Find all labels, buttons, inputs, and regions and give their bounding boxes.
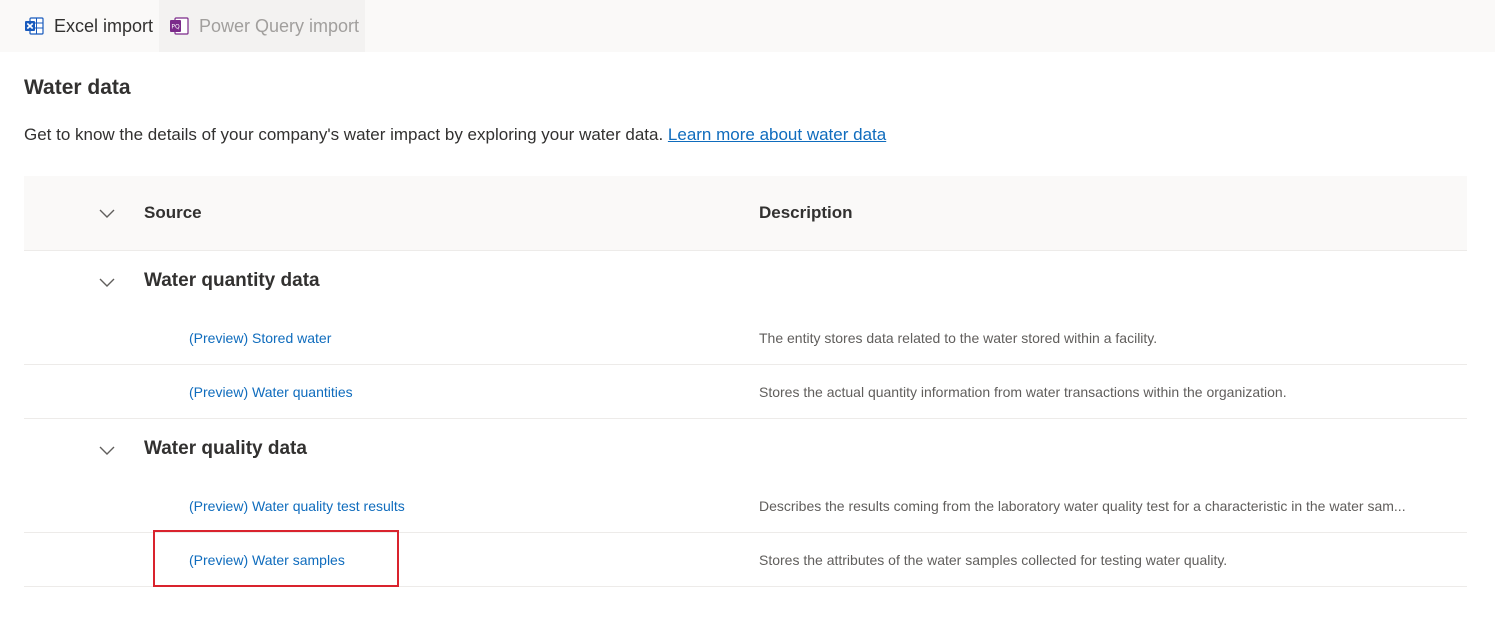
learn-more-link[interactable]: Learn more about water data: [668, 125, 886, 144]
import-tab-bar: Excel import PQ Power Query import: [0, 0, 1495, 52]
excel-icon: [24, 16, 44, 36]
table-header: Source Description: [24, 176, 1467, 251]
power-query-icon: PQ: [169, 16, 189, 36]
water-data-table: Source Description Water quantity data (…: [24, 176, 1467, 587]
intro-description: Get to know the details of your company'…: [24, 125, 664, 144]
chevron-down-icon[interactable]: [98, 273, 116, 291]
column-header-source[interactable]: Source: [144, 203, 202, 223]
group-row-water-quantity[interactable]: Water quantity data: [24, 251, 1467, 311]
item-description: Stores the actual quantity information f…: [759, 383, 1287, 400]
tab-excel-import[interactable]: Excel import: [0, 0, 159, 52]
item-description: The entity stores data related to the wa…: [759, 329, 1158, 346]
item-description: Stores the attributes of the water sampl…: [759, 551, 1228, 568]
item-link[interactable]: (Preview) Water quality test results: [189, 498, 405, 514]
chevron-down-icon[interactable]: [98, 441, 116, 459]
table-row: (Preview) Water samples Stores the attri…: [24, 533, 1467, 587]
collapse-all-chevron-icon[interactable]: [98, 204, 116, 222]
group-title: Water quality data: [144, 438, 307, 459]
item-link[interactable]: (Preview) Water samples: [189, 552, 345, 568]
item-description: Describes the results coming from the la…: [759, 497, 1406, 514]
group-title: Water quantity data: [144, 270, 320, 291]
intro-text: Get to know the details of your company'…: [24, 125, 886, 145]
table-row: (Preview) Water quantities Stores the ac…: [24, 365, 1467, 419]
group-row-water-quality[interactable]: Water quality data: [24, 419, 1467, 479]
tab-power-query-import[interactable]: PQ Power Query import: [159, 0, 365, 52]
table-row: (Preview) Stored water The entity stores…: [24, 311, 1467, 365]
tab-excel-import-label: Excel import: [54, 15, 154, 36]
page-title: Water data: [24, 76, 131, 99]
item-link[interactable]: (Preview) Stored water: [189, 330, 331, 346]
table-row: (Preview) Water quality test results Des…: [24, 479, 1467, 533]
column-header-description[interactable]: Description: [759, 203, 853, 223]
svg-text:PQ: PQ: [171, 24, 180, 31]
item-link[interactable]: (Preview) Water quantities: [189, 384, 353, 400]
tab-power-query-import-label: Power Query import: [199, 15, 360, 36]
